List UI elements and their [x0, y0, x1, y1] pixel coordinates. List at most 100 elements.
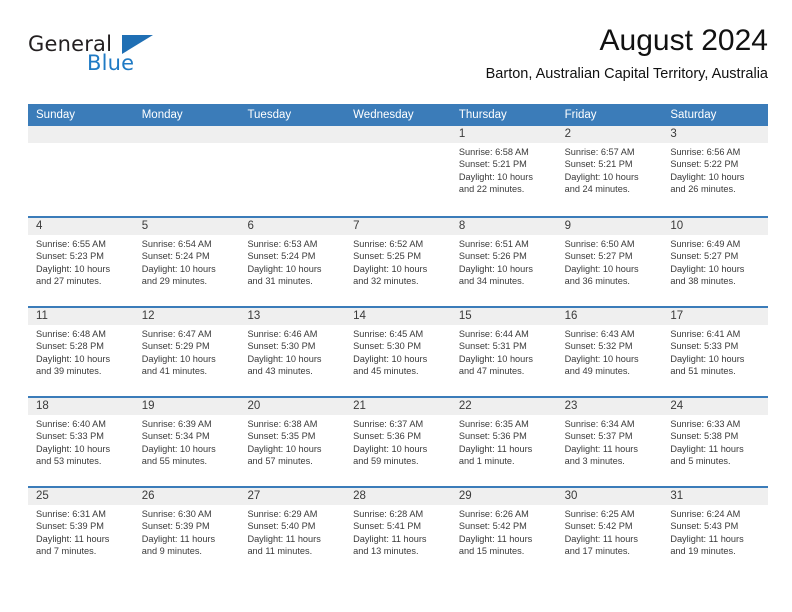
day-number-band: 23: [556, 398, 663, 415]
daylight-text-cont: and 41 minutes.: [141, 366, 208, 377]
sunrise-text: Sunrise: 6:24 AM: [670, 509, 741, 519]
sunset-text: Sunset: 5:26 PM: [458, 251, 527, 262]
day-number: 23: [564, 400, 578, 412]
calendar-day-cell[interactable]: 8 Sunrise: 6:51 AM Sunset: 5:26 PM Daylight…: [450, 218, 557, 306]
brand-logo[interactable]: General Blue: [28, 32, 178, 80]
calendar-day-cell[interactable]: 9 Sunrise: 6:50 AM Sunset: 5:27 PM Daylight…: [556, 218, 663, 306]
daylight-text: Daylight: 11 hours: [564, 533, 638, 544]
calendar-day-cell[interactable]: 13 Sunrise: 6:46 AM Sunset: 5:30 PM Dayligh…: [239, 308, 346, 396]
daylight-text-cont: and 32 minutes.: [353, 276, 419, 287]
day-number: 18: [36, 400, 49, 412]
daylight-text-cont: and 39 minutes.: [36, 366, 102, 377]
calendar-day-cell[interactable]: 7 Sunrise: 6:52 AM Sunset: 5:25 PM Daylight…: [345, 218, 451, 306]
calendar-day-cell[interactable]: 22 Sunrise: 6:35 AM Sunset: 5:36 PM Dayligh…: [450, 398, 557, 486]
day-number: 12: [141, 310, 155, 322]
calendar-day-cell[interactable]: 20 Sunrise: 6:38 AM Sunset: 5:35 PM Dayligh…: [239, 398, 346, 486]
daylight-text: Daylight: 10 hours: [670, 353, 745, 364]
calendar-day-cell[interactable]: 23 Sunrise: 6:34 AM Sunset: 5:37 PM Dayligh…: [556, 398, 663, 486]
day-sun-info: Sunrise: 6:58 AM Sunset: 5:21 PM Daylight:…: [451, 143, 557, 196]
daylight-text-cont: and 38 minutes.: [670, 276, 736, 287]
calendar-day-cell[interactable]: 10 Sunrise: 6:49 AM Sunset: 5:27 PM Dayligh…: [662, 218, 769, 306]
calendar-day-cell[interactable]: 4 Sunrise: 6:55 AM Sunset: 5:23 PM Daylight…: [28, 218, 134, 306]
sunrise-text: Sunrise: 6:26 AM: [458, 509, 529, 519]
sunrise-text: Sunrise: 6:47 AM: [141, 329, 212, 339]
daylight-text: Daylight: 10 hours: [353, 443, 428, 454]
sunset-text: Sunset: 5:27 PM: [564, 251, 633, 262]
calendar-day-cell[interactable]: 21 Sunrise: 6:37 AM Sunset: 5:36 PM Dayligh…: [345, 398, 451, 486]
daylight-text-cont: and 15 minutes.: [458, 546, 525, 557]
daylight-text: Daylight: 11 hours: [247, 533, 321, 544]
calendar-day-cell[interactable]: 26 Sunrise: 6:30 AM Sunset: 5:39 PM Dayligh…: [133, 488, 240, 576]
day-number-band: 29: [450, 488, 557, 505]
day-number-band: 18: [28, 398, 134, 415]
weekday-header-thursday: Thursday: [458, 109, 507, 121]
day-number-band: 5: [133, 218, 240, 235]
sunrise-text: Sunrise: 6:44 AM: [458, 329, 529, 339]
sunrise-text: Sunrise: 6:56 AM: [670, 147, 741, 157]
calendar-day-cell[interactable]: 16 Sunrise: 6:43 AM Sunset: 5:32 PM Dayligh…: [556, 308, 663, 396]
weekday-header-tuesday: Tuesday: [247, 109, 292, 121]
daylight-text: Daylight: 11 hours: [353, 533, 427, 544]
day-number-band: 24: [662, 398, 769, 415]
calendar-day-cell[interactable]: 18 Sunrise: 6:40 AM Sunset: 5:33 PM Dayligh…: [28, 398, 134, 486]
calendar-day-cell[interactable]: 17 Sunrise: 6:41 AM Sunset: 5:33 PM Dayligh…: [662, 308, 769, 396]
sunset-text: Sunset: 5:34 PM: [141, 431, 210, 442]
sunset-text: Sunset: 5:39 PM: [36, 521, 104, 532]
calendar-day-cell[interactable]: 1 Sunrise: 6:58 AM Sunset: 5:21 PM Daylight…: [450, 126, 557, 216]
day-number-band: 19: [133, 398, 240, 415]
daylight-text-cont: and 55 minutes.: [141, 456, 208, 467]
sunrise-text: Sunrise: 6:55 AM: [36, 239, 106, 249]
day-sun-info: Sunrise: 6:48 AM Sunset: 5:28 PM Daylight:…: [28, 325, 134, 378]
calendar-day-cell[interactable]: 19 Sunrise: 6:39 AM Sunset: 5:34 PM Dayligh…: [133, 398, 240, 486]
daylight-text: Daylight: 10 hours: [458, 263, 533, 274]
sunset-text: Sunset: 5:43 PM: [670, 521, 739, 532]
day-sun-info: Sunrise: 6:55 AM Sunset: 5:23 PM Daylight:…: [28, 235, 134, 288]
calendar-day-cell[interactable]: 15 Sunrise: 6:44 AM Sunset: 5:31 PM Dayligh…: [450, 308, 557, 396]
calendar-day-cell[interactable]: 28 Sunrise: 6:28 AM Sunset: 5:41 PM Dayligh…: [345, 488, 451, 576]
daylight-text-cont: and 3 minutes.: [564, 456, 625, 467]
sunrise-text: Sunrise: 6:41 AM: [670, 329, 741, 339]
day-number: 17: [670, 310, 684, 322]
day-number-band: 27: [239, 488, 346, 505]
day-number: 10: [670, 220, 684, 232]
calendar-day-cell[interactable]: 25 Sunrise: 6:31 AM Sunset: 5:39 PM Dayligh…: [28, 488, 134, 576]
daylight-text: Daylight: 11 hours: [458, 443, 533, 454]
calendar-day-cell[interactable]: 14 Sunrise: 6:45 AM Sunset: 5:30 PM Dayligh…: [345, 308, 451, 396]
calendar-day-cell[interactable]: 29 Sunrise: 6:26 AM Sunset: 5:42 PM Dayligh…: [450, 488, 557, 576]
sunrise-text: Sunrise: 6:30 AM: [141, 509, 212, 519]
day-number-band: 25: [28, 488, 134, 505]
daylight-text: Daylight: 10 hours: [564, 263, 639, 274]
daylight-text-cont: and 34 minutes.: [458, 276, 525, 287]
sunrise-text: Sunrise: 6:53 AM: [247, 239, 318, 249]
calendar-day-cell[interactable]: 12 Sunrise: 6:47 AM Sunset: 5:29 PM Dayligh…: [133, 308, 240, 396]
calendar-day-cell[interactable]: 30 Sunrise: 6:25 AM Sunset: 5:42 PM Dayligh…: [556, 488, 663, 576]
daylight-text: Daylight: 10 hours: [670, 171, 745, 182]
daylight-text: Daylight: 10 hours: [247, 443, 322, 454]
calendar-week-row: 4 Sunrise: 6:55 AM Sunset: 5:23 PM Daylight…: [28, 216, 769, 306]
daylight-text-cont: and 27 minutes.: [36, 276, 102, 287]
calendar-day-cell[interactable]: 3 Sunrise: 6:56 AM Sunset: 5:22 PM Daylight…: [662, 126, 769, 216]
sunrise-text: Sunrise: 6:54 AM: [141, 239, 212, 249]
calendar-day-cell[interactable]: 31 Sunrise: 6:24 AM Sunset: 5:43 PM Dayligh…: [662, 488, 769, 576]
day-number-band: 3: [662, 126, 769, 143]
sunset-text: Sunset: 5:36 PM: [458, 431, 527, 442]
day-number: 6: [247, 220, 254, 232]
daylight-text: Daylight: 11 hours: [36, 533, 110, 544]
day-number: 29: [458, 490, 472, 502]
weekday-header-saturday: Saturday: [670, 109, 717, 121]
day-number: 4: [36, 220, 43, 232]
calendar-day-cell[interactable]: 5 Sunrise: 6:54 AM Sunset: 5:24 PM Daylight…: [133, 218, 240, 306]
day-number: 15: [458, 310, 472, 322]
weekday-header-monday: Monday: [141, 109, 183, 121]
day-number-band: 1: [450, 126, 557, 143]
daylight-text: Daylight: 10 hours: [36, 353, 111, 364]
day-number: 22: [458, 400, 472, 412]
calendar-day-cell[interactable]: 24 Sunrise: 6:33 AM Sunset: 5:38 PM Dayligh…: [662, 398, 769, 486]
calendar-day-cell[interactable]: 11 Sunrise: 6:48 AM Sunset: 5:28 PM Dayligh…: [28, 308, 134, 396]
day-number: 28: [353, 490, 366, 502]
calendar-day-cell[interactable]: 27 Sunrise: 6:29 AM Sunset: 5:40 PM Dayligh…: [239, 488, 346, 576]
day-number-band: 7: [345, 218, 451, 235]
day-number-band: 31: [662, 488, 769, 505]
calendar-day-cell[interactable]: 2 Sunrise: 6:57 AM Sunset: 5:21 PM Daylight…: [556, 126, 663, 216]
calendar-day-cell[interactable]: 6 Sunrise: 6:53 AM Sunset: 5:24 PM Daylight…: [239, 218, 346, 306]
